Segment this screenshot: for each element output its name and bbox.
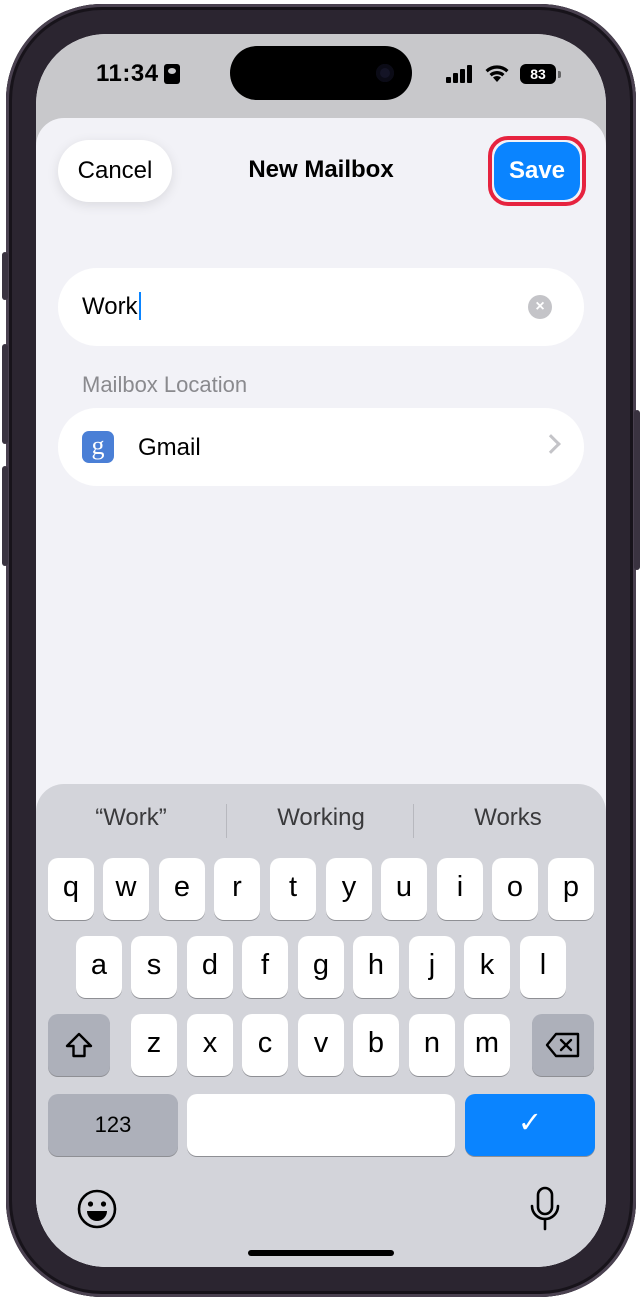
power-button — [634, 410, 640, 570]
suggestion-3[interactable]: Works — [413, 804, 603, 832]
volume-up-button — [2, 344, 8, 444]
checkmark-icon: ✓ — [517, 1107, 543, 1139]
suggestion-1[interactable]: “Work” — [36, 804, 226, 832]
mailbox-location-row[interactable]: g Gmail — [58, 408, 584, 486]
mailbox-name-value: Work — [82, 292, 141, 321]
key-l[interactable]: l — [520, 936, 566, 998]
key-v[interactable]: v — [298, 1014, 344, 1076]
key-g[interactable]: g — [298, 936, 344, 998]
text-cursor — [138, 292, 141, 320]
battery-tip — [558, 71, 561, 78]
volume-down-button — [2, 466, 8, 566]
shift-key[interactable] — [48, 1014, 110, 1076]
location-label: Gmail — [138, 434, 201, 461]
chevron-right-icon — [541, 434, 561, 454]
key-j[interactable]: j — [409, 936, 455, 998]
suggestion-2[interactable]: Working — [226, 804, 416, 832]
clear-text-icon[interactable]: × — [528, 295, 552, 319]
key-s[interactable]: s — [131, 936, 177, 998]
microphone-icon[interactable] — [528, 1186, 562, 1232]
shift-icon — [65, 1032, 93, 1058]
numbers-key[interactable]: 123 — [48, 1094, 178, 1156]
save-button[interactable]: Save — [494, 142, 580, 200]
key-d[interactable]: d — [187, 936, 233, 998]
key-n[interactable]: n — [409, 1014, 455, 1076]
action-button — [2, 252, 8, 300]
backspace-icon — [545, 1032, 580, 1058]
key-x[interactable]: x — [187, 1014, 233, 1076]
google-icon: g — [82, 431, 114, 463]
cellular-signal-icon — [446, 65, 476, 83]
done-key[interactable]: ✓ — [465, 1094, 595, 1156]
key-w[interactable]: w — [103, 858, 149, 920]
key-z[interactable]: z — [131, 1014, 177, 1076]
suggestion-bar: “Work” Working Works — [36, 798, 606, 842]
camera-icon — [376, 64, 394, 82]
status-time: 11:34 — [96, 60, 159, 87]
wifi-icon — [485, 65, 509, 82]
key-c[interactable]: c — [242, 1014, 288, 1076]
mailbox-name-field[interactable]: Work × — [58, 268, 584, 346]
key-o[interactable]: o — [492, 858, 538, 920]
key-i[interactable]: i — [437, 858, 483, 920]
key-a[interactable]: a — [76, 936, 122, 998]
key-p[interactable]: p — [548, 858, 594, 920]
key-r[interactable]: r — [214, 858, 260, 920]
space-key[interactable] — [187, 1094, 455, 1156]
key-t[interactable]: t — [270, 858, 316, 920]
key-e[interactable]: e — [159, 858, 205, 920]
dynamic-island — [230, 46, 412, 100]
delete-key[interactable] — [532, 1014, 594, 1076]
keyboard: “Work” Working Works q w e r t y u i o p… — [36, 784, 606, 1267]
key-q[interactable]: q — [48, 858, 94, 920]
emoji-icon[interactable] — [76, 1188, 118, 1230]
mailbox-location-header: Mailbox Location — [82, 372, 248, 397]
screen: 11:34 83 Cancel New Mailbox Save Work × … — [36, 34, 606, 1267]
battery-icon: 83 — [520, 64, 556, 84]
key-y[interactable]: y — [326, 858, 372, 920]
key-b[interactable]: b — [353, 1014, 399, 1076]
key-k[interactable]: k — [464, 936, 510, 998]
key-f[interactable]: f — [242, 936, 288, 998]
key-h[interactable]: h — [353, 936, 399, 998]
contact-card-icon — [164, 64, 180, 84]
key-m[interactable]: m — [464, 1014, 510, 1076]
home-indicator[interactable] — [248, 1250, 394, 1256]
key-u[interactable]: u — [381, 858, 427, 920]
